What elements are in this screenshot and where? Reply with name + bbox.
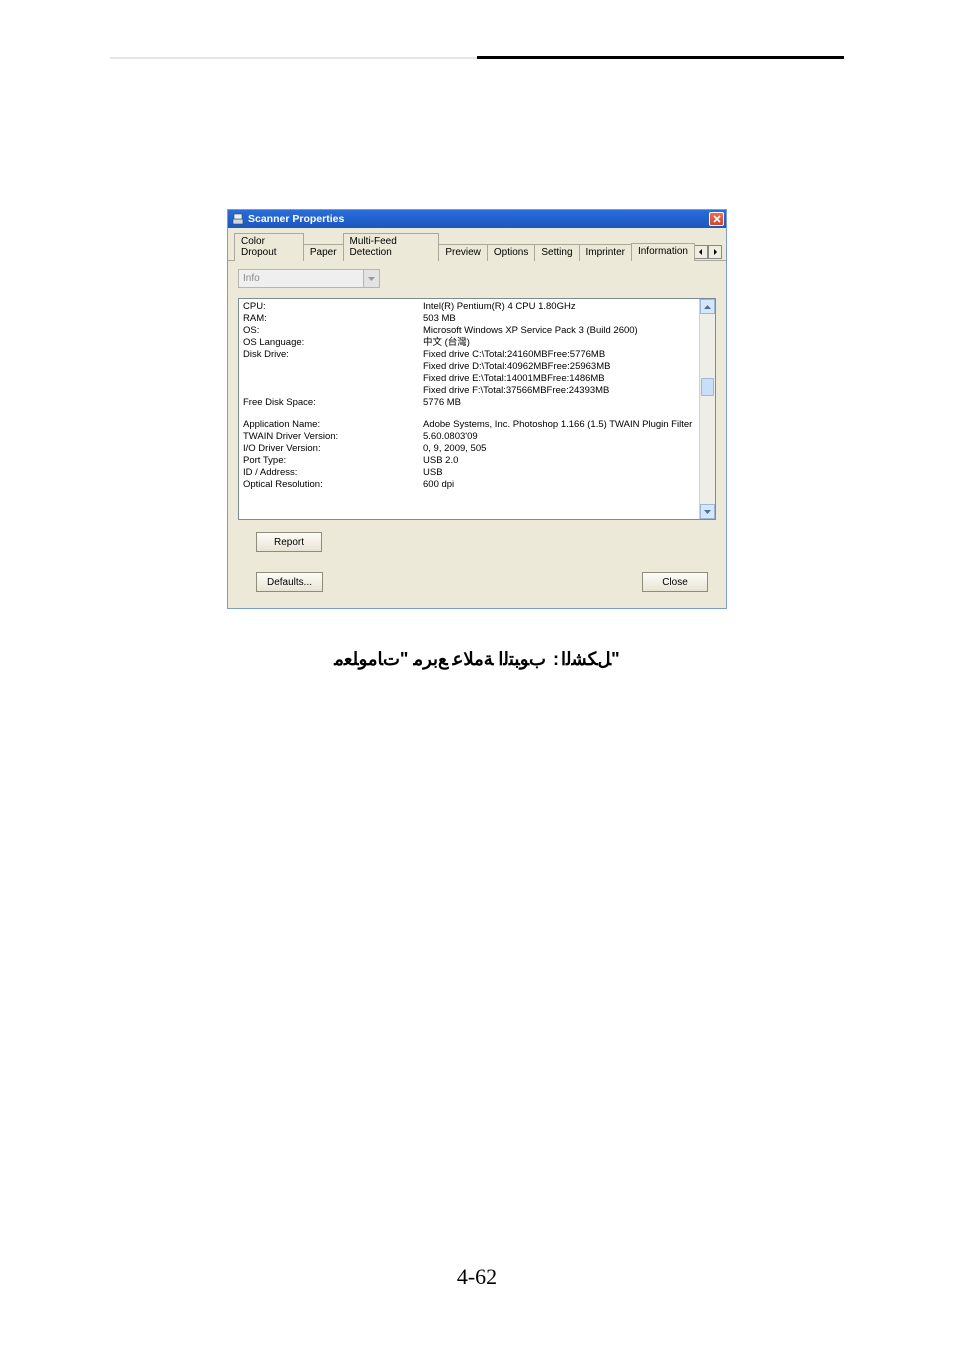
tab-information[interactable]: Information [631, 243, 695, 261]
scroll-track[interactable] [700, 314, 715, 504]
info-select[interactable]: Info [238, 269, 380, 288]
tab-imprinter[interactable]: Imprinter [579, 244, 632, 261]
info-key [243, 373, 423, 385]
tab-multi-feed-detection[interactable]: Multi-Feed Detection [343, 233, 440, 261]
info-key: TWAIN Driver Version: [243, 431, 423, 443]
vertical-scrollbar[interactable] [699, 299, 715, 519]
caption-left: ﻞﻜﺸﻟﺍ [561, 649, 611, 669]
page-number: 4-62 [0, 1264, 954, 1290]
info-key: CPU: [243, 301, 423, 313]
info-value: 中文 (台灣) [423, 337, 695, 349]
report-button[interactable]: Report [256, 532, 322, 552]
info-row: I/O Driver Version:0, 9, 2009, 505 [243, 443, 695, 455]
info-key: OS: [243, 325, 423, 337]
defaults-button[interactable]: Defaults... [256, 572, 323, 592]
info-key [243, 361, 423, 373]
tabbar: Color Dropout Paper Multi-Feed Detection… [228, 228, 726, 261]
info-key: ID / Address: [243, 467, 423, 479]
tab-content-information: Info CPU:Intel(R) Pentium(R) 4 CPU 1.80G… [228, 261, 726, 608]
scroll-up-button[interactable] [700, 299, 715, 314]
tab-scroll-right[interactable] [708, 245, 722, 259]
caption-separator: : [553, 649, 559, 670]
info-value: 600 dpi [423, 479, 695, 491]
info-key: OS Language: [243, 337, 423, 349]
info-value: Microsoft Windows XP Service Pack 3 (Bui… [423, 325, 695, 337]
tab-paper[interactable]: Paper [303, 244, 344, 261]
info-key: Application Name: [243, 419, 423, 431]
info-key: Disk Drive: [243, 349, 423, 361]
info-value: USB 2.0 [423, 455, 695, 467]
app-icon [232, 213, 244, 225]
info-row: Application Name:Adobe Systems, Inc. Pho… [243, 419, 695, 431]
tab-color-dropout[interactable]: Color Dropout [234, 233, 304, 261]
scanner-properties-window: Scanner Properties Color Dropout Paper M… [227, 209, 727, 609]
info-key: Free Disk Space: [243, 397, 423, 409]
tab-scroll-arrows [694, 245, 722, 259]
close-icon[interactable] [709, 212, 724, 226]
tab-setting[interactable]: Setting [534, 244, 579, 261]
tab-scroll-left[interactable] [694, 245, 708, 259]
info-value: Fixed drive F:\Total:37566MBFree:24393MB [423, 385, 695, 397]
info-value: Fixed drive C:\Total:24160MBFree:5776MB [423, 349, 695, 361]
info-key: I/O Driver Version: [243, 443, 423, 455]
info-value: 0, 9, 2009, 505 [423, 443, 695, 455]
figure-caption: ﻞﻜﺸﻟﺍ: ﺏﻮﺒﺘﻟﺍ ﺔﻣﻼﻋ ﻊﺑﺮﻣ "ﺕﺎﻣﻮﻠﻌﻣ" [110, 649, 844, 670]
info-row: Disk Drive:Fixed drive C:\Total:24160MBF… [243, 349, 695, 361]
info-row: OS Language:中文 (台灣) [243, 337, 695, 349]
info-list-body: CPU:Intel(R) Pentium(R) 4 CPU 1.80GHzRAM… [239, 299, 699, 519]
info-list: CPU:Intel(R) Pentium(R) 4 CPU 1.80GHzRAM… [238, 298, 716, 520]
info-value: Fixed drive E:\Total:14001MBFree:1486MB [423, 373, 695, 385]
info-row: Fixed drive F:\Total:37566MBFree:24393MB [243, 385, 695, 397]
info-row: ID / Address:USB [243, 467, 695, 479]
info-value: 5776 MB [423, 397, 695, 409]
info-row: TWAIN Driver Version:5.60.0803'09 [243, 431, 695, 443]
info-key: Optical Resolution: [243, 479, 423, 491]
info-row: Fixed drive D:\Total:40962MBFree:25963MB [243, 361, 695, 373]
titlebar: Scanner Properties [228, 210, 726, 228]
info-row: Optical Resolution:600 dpi [243, 479, 695, 491]
close-button[interactable]: Close [642, 572, 708, 592]
info-row: Port Type:USB 2.0 [243, 455, 695, 467]
scroll-down-button[interactable] [700, 504, 715, 519]
info-row: Free Disk Space:5776 MB [243, 397, 695, 409]
info-value: 503 MB [423, 313, 695, 325]
tab-preview[interactable]: Preview [438, 244, 488, 261]
info-row: RAM:503 MB [243, 313, 695, 325]
info-row: Fixed drive E:\Total:14001MBFree:1486MB [243, 373, 695, 385]
scroll-thumb[interactable] [701, 378, 714, 396]
tab-options[interactable]: Options [487, 244, 535, 261]
info-value: Adobe Systems, Inc. Photoshop 1.166 (1.5… [423, 419, 695, 431]
info-key: RAM: [243, 313, 423, 325]
info-key: Port Type: [243, 455, 423, 467]
info-select-value: Info [239, 273, 363, 284]
window-title: Scanner Properties [248, 213, 344, 225]
info-value: Fixed drive D:\Total:40962MBFree:25963MB [423, 361, 695, 373]
chevron-down-icon [363, 270, 379, 287]
info-row: OS:Microsoft Windows XP Service Pack 3 (… [243, 325, 695, 337]
info-value: 5.60.0803'09 [423, 431, 695, 443]
info-value: Intel(R) Pentium(R) 4 CPU 1.80GHz [423, 301, 695, 313]
info-value: USB [423, 467, 695, 479]
info-key [243, 385, 423, 397]
info-row: CPU:Intel(R) Pentium(R) 4 CPU 1.80GHz [243, 301, 695, 313]
